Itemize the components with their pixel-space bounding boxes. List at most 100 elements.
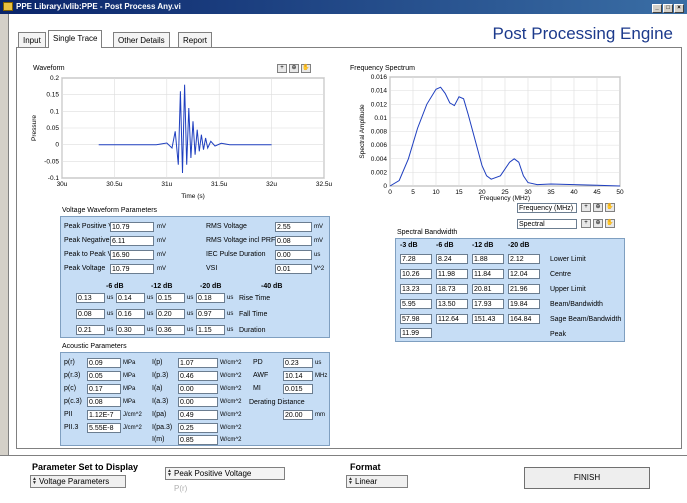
acoustic-value[interactable]: 0.23 <box>283 358 313 368</box>
vrow-value[interactable]: 16.90 <box>110 250 154 260</box>
bw-value[interactable]: 12.04 <box>508 269 540 279</box>
crosshair-tool-icon-2[interactable]: + <box>581 203 591 212</box>
tab-input[interactable]: Input <box>18 32 46 48</box>
bw-value[interactable]: 11.84 <box>472 269 504 279</box>
time-value[interactable]: 0.08 <box>76 309 105 319</box>
bw-value[interactable]: 19.84 <box>508 299 540 309</box>
time-value[interactable]: 0.14 <box>116 293 145 303</box>
bw-peak-value[interactable]: 11.99 <box>400 328 432 338</box>
vrow-value[interactable]: 6.11 <box>110 236 154 246</box>
time-value[interactable]: 0.36 <box>156 325 185 335</box>
maximize-button[interactable]: □ <box>663 4 673 13</box>
voltage-params-panel: Peak Positive Voltage 10.79 mV RMS Volta… <box>60 216 330 338</box>
acoustic-label: MI <box>253 385 261 392</box>
acoustic-unit: W/cm^2 <box>220 412 242 418</box>
acoustic-params-title: Acoustic Parameters <box>62 343 127 350</box>
bw-value[interactable]: 1.88 <box>472 254 504 264</box>
bw-value[interactable]: 13.23 <box>400 284 432 294</box>
bw-header: -12 dB <box>472 242 494 249</box>
acoustic-value[interactable]: 0.00 <box>178 397 218 407</box>
acoustic-value[interactable]: 0.46 <box>178 371 218 381</box>
bw-value[interactable]: 11.98 <box>436 269 468 279</box>
time-label: Fall Time <box>239 311 268 318</box>
y-tick-label: 0.006 <box>371 142 388 149</box>
acoustic-value[interactable]: 10.14 <box>283 371 313 381</box>
acoustic-value[interactable]: 0.00 <box>178 384 218 394</box>
derating-value[interactable]: 20.00 <box>283 410 313 420</box>
window-titlebar[interactable]: PPE Library.lvlib:PPE - Post Process Any… <box>0 0 687 14</box>
bw-value[interactable]: 21.96 <box>508 284 540 294</box>
pan-tool-icon-2[interactable]: ✋ <box>605 203 615 212</box>
window-controls: _ □ × <box>651 2 684 13</box>
pan-tool-icon-3[interactable]: ✋ <box>605 219 615 228</box>
acoustic-unit: W/cm^2 <box>220 360 242 366</box>
format-select[interactable]: ▲ ▼ Linear <box>346 475 408 488</box>
left-border <box>0 14 9 503</box>
db-header: -6 dB <box>106 283 124 290</box>
x-tick-label: 31.5u <box>211 181 228 188</box>
derating-unit: mm <box>315 412 325 418</box>
time-value[interactable]: 0.30 <box>116 325 145 335</box>
frequency-unit-field[interactable]: Frequency (MHz) <box>517 203 577 213</box>
time-value[interactable]: 0.20 <box>156 309 185 319</box>
spectral-select[interactable]: Spectral <box>517 219 577 229</box>
time-label: Rise Time <box>239 295 271 302</box>
tab-report[interactable]: Report <box>178 32 213 48</box>
finish-button[interactable]: FINISH <box>524 467 650 489</box>
bw-value[interactable]: 57.98 <box>400 314 432 324</box>
acoustic-value[interactable]: 0.09 <box>87 358 121 368</box>
acoustic-value[interactable]: 0.25 <box>178 423 218 433</box>
time-value[interactable]: 0.16 <box>116 309 145 319</box>
bw-value[interactable]: 5.95 <box>400 299 432 309</box>
bw-value[interactable]: 2.12 <box>508 254 540 264</box>
vrow-value2[interactable]: 0.08 <box>275 236 312 246</box>
sub-param-select[interactable]: ▲ ▼ Peak Positive Voltage <box>165 467 285 480</box>
bw-value[interactable]: 164.84 <box>508 314 540 324</box>
time-value[interactable]: 1.15 <box>196 325 225 335</box>
bw-value[interactable]: 10.26 <box>400 269 432 279</box>
y-tick-label: 0.004 <box>371 156 388 163</box>
crosshair-tool-icon-3[interactable]: + <box>581 219 591 228</box>
bw-value[interactable]: 151.43 <box>472 314 504 324</box>
tab-other-details[interactable]: Other Details <box>113 32 170 48</box>
acoustic-label: PD <box>253 359 263 366</box>
acoustic-value[interactable]: 0.85 <box>178 435 218 445</box>
acoustic-value[interactable]: 0.49 <box>178 410 218 420</box>
bw-value[interactable]: 17.93 <box>472 299 504 309</box>
acoustic-value[interactable]: 5.55E-8 <box>87 423 121 433</box>
vrow-value[interactable]: 10.79 <box>110 264 154 274</box>
bw-value[interactable]: 112.64 <box>436 314 468 324</box>
minimize-button[interactable]: _ <box>652 4 662 13</box>
vrow-value2[interactable]: 0.00 <box>275 250 312 260</box>
bw-value[interactable]: 8.24 <box>436 254 468 264</box>
x-axis-label: Frequency (MHz) <box>480 195 530 202</box>
acoustic-value[interactable]: 1.12E-7 <box>87 410 121 420</box>
x-tick-label: 45 <box>593 189 601 196</box>
time-value[interactable]: 0.13 <box>76 293 105 303</box>
bw-label: Sage Beam/Bandwidth <box>550 316 622 323</box>
tab-single-trace[interactable]: Single Trace <box>48 30 103 48</box>
acoustic-value[interactable]: 1.07 <box>178 358 218 368</box>
x-tick-label: 35 <box>547 189 555 196</box>
acoustic-value[interactable]: 0.05 <box>87 371 121 381</box>
time-value[interactable]: 0.18 <box>196 293 225 303</box>
acoustic-value[interactable]: 0.17 <box>87 384 121 394</box>
time-value[interactable]: 0.97 <box>196 309 225 319</box>
param-set-select[interactable]: ▲ ▼ Voltage Parameters <box>30 475 126 488</box>
bw-value[interactable]: 7.28 <box>400 254 432 264</box>
close-button[interactable]: × <box>674 4 684 13</box>
vrow-value2[interactable]: 2.55 <box>275 222 312 232</box>
bw-value[interactable]: 20.81 <box>472 284 504 294</box>
acoustic-value[interactable]: 0.015 <box>283 384 313 394</box>
vrow-value[interactable]: 10.79 <box>110 222 154 232</box>
vrow-value2[interactable]: 0.01 <box>275 264 312 274</box>
bw-value[interactable]: 18.73 <box>436 284 468 294</box>
acoustic-value[interactable]: 0.08 <box>87 397 121 407</box>
bw-value[interactable]: 13.50 <box>436 299 468 309</box>
zoom-tool-icon-3[interactable]: ⊕ <box>593 219 603 228</box>
vrow-label: Peak Voltage <box>64 265 106 272</box>
zoom-tool-icon-2[interactable]: ⊕ <box>593 203 603 212</box>
time-value[interactable]: 0.21 <box>76 325 105 335</box>
time-value[interactable]: 0.15 <box>156 293 185 303</box>
spectrum-chart: 0 5 10 15 20 25 30 35 40 45 500.0160.0140.0120.010… <box>359 74 624 202</box>
